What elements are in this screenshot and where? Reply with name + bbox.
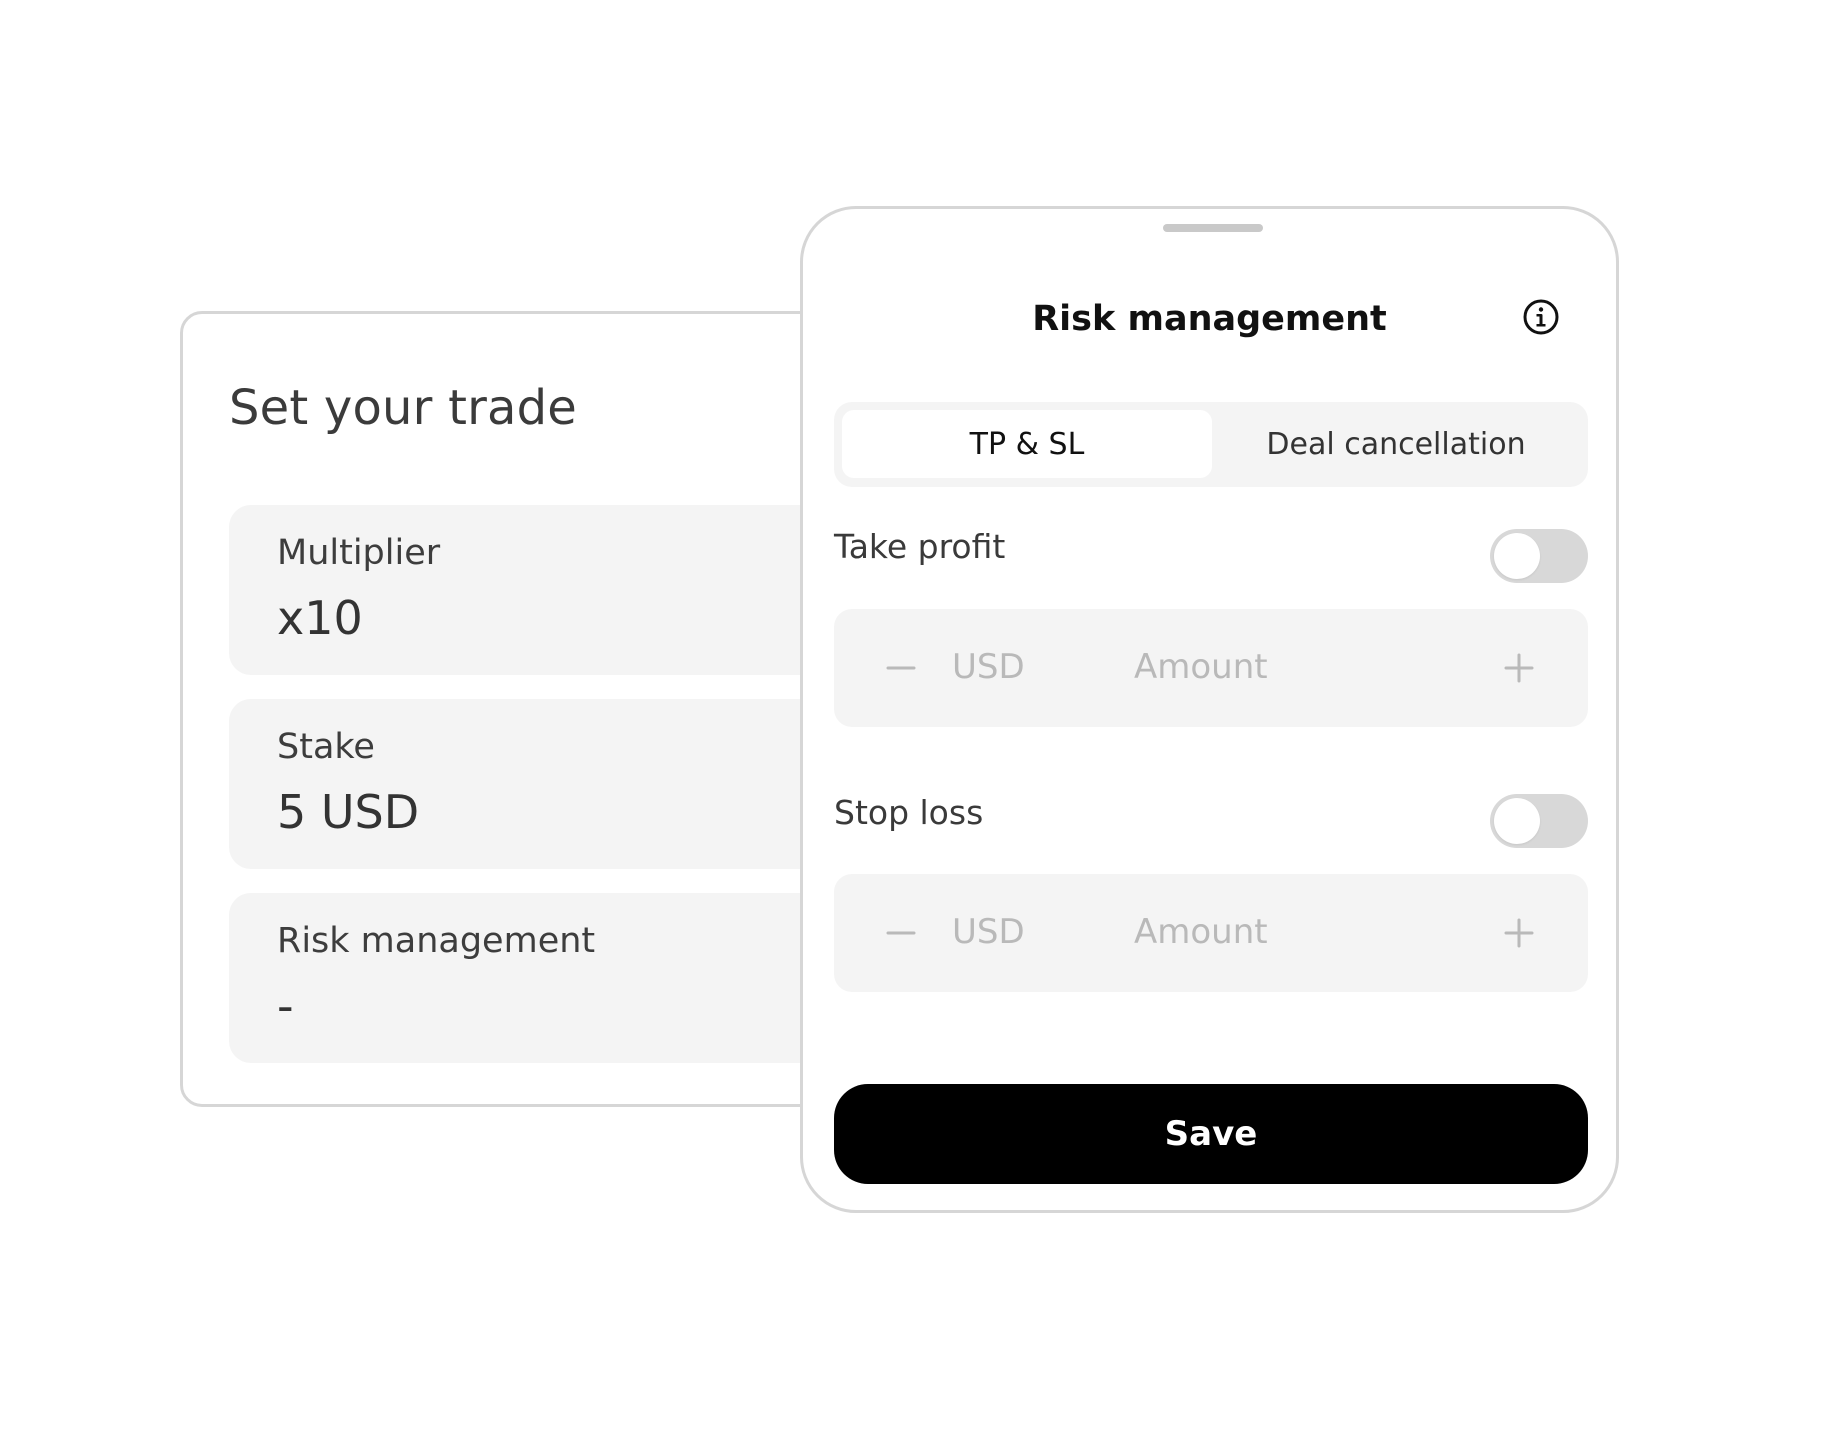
take-profit-toggle[interactable] <box>1490 529 1588 583</box>
risk-management-label: Risk management <box>277 921 596 961</box>
risk-tabs: TP & SL Deal cancellation <box>834 402 1588 487</box>
tab-deal-cancellation[interactable]: Deal cancellation <box>1211 410 1581 478</box>
sheet-title: Risk management <box>1032 299 1387 339</box>
multiplier-value: x10 <box>277 591 363 645</box>
stop-loss-toggle[interactable] <box>1490 794 1588 848</box>
toggle-knob <box>1494 798 1540 844</box>
stop-loss-amount-input[interactable] <box>1134 902 1464 962</box>
stake-value: 5 USD <box>277 785 420 839</box>
take-profit-currency: USD <box>952 647 1025 687</box>
take-profit-increase-button[interactable] <box>1494 643 1544 693</box>
trade-card-title: Set your trade <box>229 380 578 436</box>
take-profit-amount-box: USD <box>834 609 1588 727</box>
toggle-knob <box>1494 533 1540 579</box>
stop-loss-increase-button[interactable] <box>1494 908 1544 958</box>
info-circle-icon[interactable] <box>1521 297 1561 337</box>
stop-loss-amount-box: USD <box>834 874 1588 992</box>
risk-management-sheet: Risk management TP & SL Deal cancellatio… <box>800 206 1619 1213</box>
risk-management-value: - <box>277 979 294 1033</box>
multiplier-label: Multiplier <box>277 533 441 573</box>
tab-tp-sl[interactable]: TP & SL <box>842 410 1212 478</box>
stop-loss-currency: USD <box>952 912 1025 952</box>
save-button[interactable]: Save <box>834 1084 1588 1184</box>
take-profit-label: Take profit <box>834 527 1006 566</box>
take-profit-decrease-button[interactable] <box>876 643 926 693</box>
stop-loss-decrease-button[interactable] <box>876 908 926 958</box>
stake-label: Stake <box>277 727 375 767</box>
take-profit-amount-input[interactable] <box>1134 637 1464 697</box>
sheet-drag-handle[interactable] <box>1163 224 1263 232</box>
stop-loss-label: Stop loss <box>834 793 984 832</box>
